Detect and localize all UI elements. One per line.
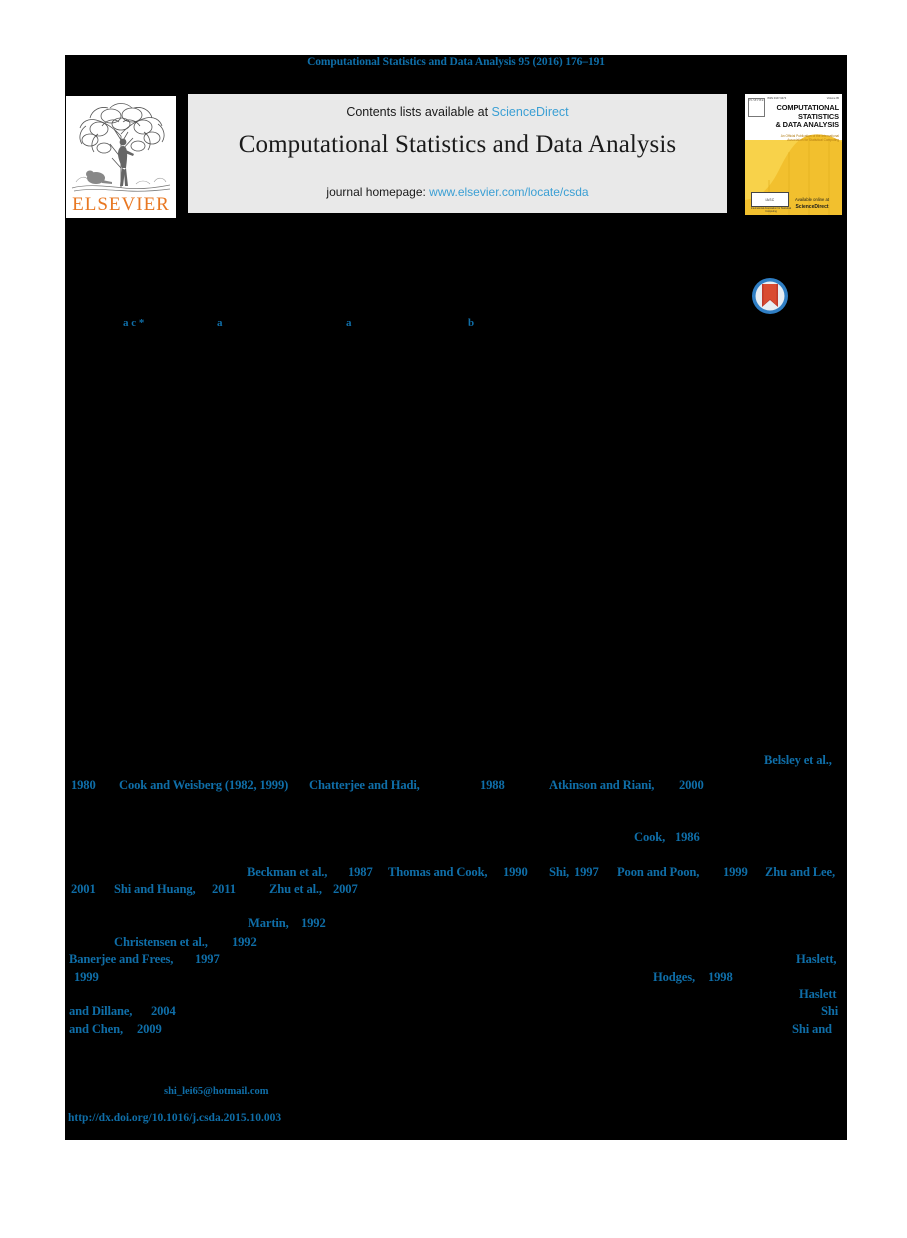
citation-link[interactable]: Beckman et al., xyxy=(247,865,327,880)
citation-link[interactable]: and Chen, xyxy=(69,1022,123,1037)
sciencedirect-link[interactable]: ScienceDirect xyxy=(492,105,569,119)
citation-link[interactable]: Belsley et al., xyxy=(764,753,832,768)
citation-link[interactable]: 1980 xyxy=(71,778,96,793)
corresponding-author-email-link[interactable]: shi_lei65@hotmail.com xyxy=(164,1086,269,1097)
elsevier-tree-icon xyxy=(66,96,176,196)
cover-elsevier-mark: ELSEVIER xyxy=(748,98,765,117)
citation-link[interactable]: 2007 xyxy=(333,882,358,897)
citation-link[interactable]: 1988 xyxy=(480,778,505,793)
journal-cover-art: ELSEVIER ISSN 0167-9473 Volume 95 COMPUT… xyxy=(745,94,842,215)
citation-link[interactable]: Cook and Weisberg (1982, 1999) xyxy=(119,778,288,793)
journal-homepage-label: journal homepage: xyxy=(326,185,430,199)
citation-link[interactable]: 2004 xyxy=(151,1004,176,1019)
citation-link[interactable]: 1992 xyxy=(232,935,257,950)
citation-link[interactable]: Cook, xyxy=(634,830,665,845)
citation-link[interactable]: Zhu et al., xyxy=(269,882,322,897)
affiliation-marker[interactable]: a xyxy=(217,317,223,329)
journal-homepage-line: journal homepage: www.elsevier.com/locat… xyxy=(188,185,727,199)
citation-link[interactable]: Shi and xyxy=(792,1022,832,1037)
affiliation-marker[interactable]: b xyxy=(468,317,474,329)
citation-link[interactable]: Shi xyxy=(821,1004,838,1019)
citation-link[interactable]: 1998 xyxy=(708,970,733,985)
contents-lists-label: Contents lists available at xyxy=(346,105,492,119)
citation-link[interactable]: 2001 xyxy=(71,882,96,897)
citation-link[interactable]: Zhu and Lee, xyxy=(765,865,835,880)
journal-homepage-link[interactable]: www.elsevier.com/locate/csda xyxy=(429,185,588,199)
citation-link[interactable]: Martin, xyxy=(248,916,289,931)
citation-link[interactable]: Thomas and Cook, xyxy=(388,865,488,880)
citation-link[interactable]: 1986 xyxy=(675,830,700,845)
citation-link[interactable]: Haslett xyxy=(799,987,837,1002)
citation-link[interactable]: 1987 xyxy=(348,865,373,880)
article-page: Computational Statistics and Data Analys… xyxy=(65,55,847,1140)
citation-link[interactable]: Atkinson and Riani, xyxy=(549,778,654,793)
citation-link[interactable]: 1992 xyxy=(301,916,326,931)
citation-link[interactable]: Haslett, xyxy=(796,952,837,967)
citation-link[interactable]: Shi and Huang, xyxy=(114,882,196,897)
cover-meta: ISSN 0167-9473 Volume 95 xyxy=(767,97,839,100)
citation-link[interactable]: Hodges, xyxy=(653,970,695,985)
journal-title: Computational Statistics and Data Analys… xyxy=(238,131,677,158)
citation-link[interactable]: Christensen et al., xyxy=(114,935,208,950)
citation-link[interactable]: 2009 xyxy=(137,1022,162,1037)
running-head: Computational Statistics and Data Analys… xyxy=(307,56,605,68)
citation-link[interactable]: Banerjee and Frees, xyxy=(69,952,173,967)
citation-link[interactable]: 2000 xyxy=(679,778,704,793)
citation-link[interactable]: Poon and Poon, xyxy=(617,865,699,880)
crossmark-icon xyxy=(752,278,788,314)
journal-masthead: Contents lists available at ScienceDirec… xyxy=(188,94,727,213)
citation-link[interactable]: 1997 xyxy=(574,865,599,880)
citation-link[interactable]: 2011 xyxy=(212,882,236,897)
citation-link[interactable]: and Dillane, xyxy=(69,1004,132,1019)
cover-sciencedirect-mark: Available online at ScienceDirect xyxy=(795,197,829,210)
elsevier-logo: ELSEVIER xyxy=(66,96,176,218)
citation-link[interactable]: 1990 xyxy=(503,865,528,880)
journal-cover-thumbnail: ELSEVIER ISSN 0167-9473 Volume 95 COMPUT… xyxy=(741,91,846,218)
contents-lists-line: Contents lists available at ScienceDirec… xyxy=(188,105,727,119)
citation-link[interactable]: 1999 xyxy=(723,865,748,880)
citation-link[interactable]: Shi, xyxy=(549,865,569,880)
affiliation-marker[interactable]: a c * xyxy=(123,317,144,329)
elsevier-wordmark: ELSEVIER xyxy=(72,194,170,215)
citation-link[interactable]: 1999 xyxy=(74,970,99,985)
citation-link[interactable]: Chatterjee and Hadi, xyxy=(309,778,420,793)
crossmark-badge[interactable] xyxy=(751,277,789,315)
affiliation-marker[interactable]: a xyxy=(346,317,352,329)
cover-iasc-badge: IASC xyxy=(751,192,789,207)
doi-link[interactable]: http://dx.doi.org/10.1016/j.csda.2015.10… xyxy=(68,1112,281,1124)
citation-link[interactable]: 1997 xyxy=(195,952,220,967)
cover-subtitle: An Official Publication of the Internati… xyxy=(780,134,839,142)
cover-title: COMPUTATIONAL STATISTICS & DATA ANALYSIS xyxy=(775,103,839,130)
